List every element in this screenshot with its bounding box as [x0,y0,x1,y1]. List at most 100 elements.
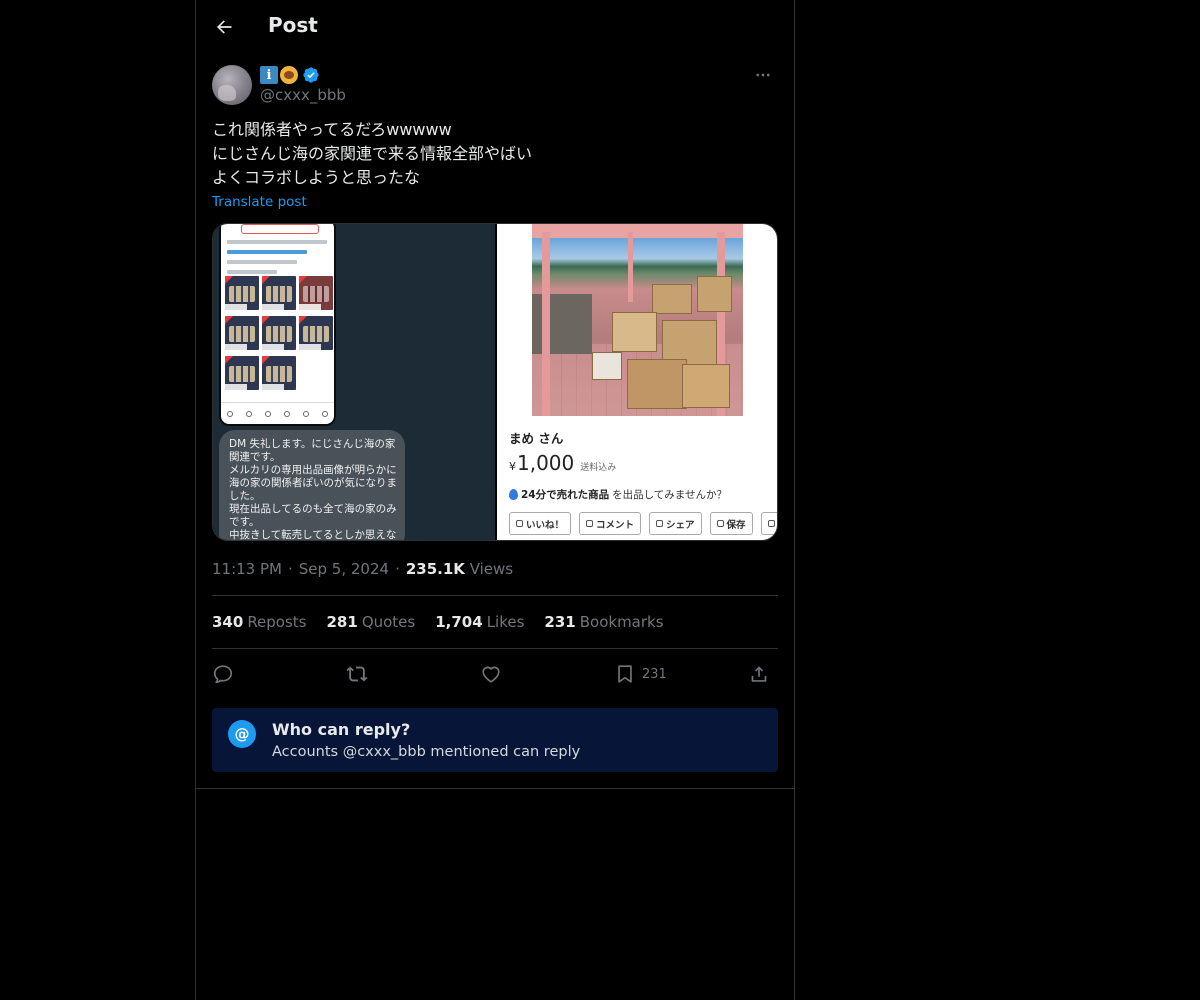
share-button[interactable] [748,660,770,688]
dm-line: した。 [229,490,261,502]
reply-restriction-title: Who can reply? [272,720,411,739]
chip-label: いいね！ [526,519,565,531]
flag-icon [767,520,775,527]
chip-label: シェア [666,519,695,531]
listing-thumb [262,316,296,350]
views-label: Views [469,560,514,578]
stat-label: Reposts [247,613,307,631]
chip-label: 保存 [726,519,746,531]
translate-post-link[interactable]: Translate post [212,194,307,210]
phone-text-row [227,270,277,274]
post-stats: 340 Reposts 281 Quotes 1,704 Likes 231 Bookm… [212,613,664,631]
phone-button-outline [241,224,319,234]
listing-thumb [262,276,296,310]
author-row: i @cxxx_bbb [212,64,778,108]
bookmark-count: 231 [642,666,667,682]
heart-icon [516,520,523,527]
listing-thumb [299,276,333,310]
dm-line: 関連です。 [229,451,281,463]
listing-thumb [299,316,333,350]
more-dots-icon [756,73,770,77]
verified-badge-icon [303,67,319,83]
listing-thumb [225,316,259,350]
back-button[interactable] [208,11,240,43]
stat-quotes[interactable]: 281 Quotes [327,613,416,631]
stat-count: 340 [212,613,244,631]
meta-separator: · [287,560,293,578]
at-sign-icon: @ [228,720,256,748]
stat-count: 281 [326,613,358,631]
repost-button[interactable] [346,660,368,688]
save-icon [716,520,724,527]
listing-thumb [225,356,259,390]
like-button[interactable] [480,660,502,688]
bookmark-icon [618,665,632,683]
item-price: ¥ 1,000 送料込み [509,451,616,475]
phone-text-row [227,250,307,254]
reply-button[interactable] [212,660,234,688]
post-line: これ関係者やってるだろwwwww [212,120,452,139]
arrow-left-icon [217,20,232,34]
post-meta: 11:13 PM · Sep 5, 2024 · 235.1K Views [212,560,513,578]
reply-restriction-notice: @ Who can reply? Accounts @cxxx_bbb ment… [212,708,778,772]
seller-name: まめ さん [509,431,564,446]
divider [212,595,778,596]
share-icon [751,666,767,682]
dm-line: 中抜きして転売してるとしか思えな [229,529,397,541]
stat-likes[interactable]: 1,704 Likes [435,613,524,631]
promo-rest: を出品してみませんか？ [612,489,727,501]
beach-house-photo [532,224,743,416]
info-emoji-icon: i [260,66,278,84]
phone-screenshot [219,224,336,426]
repost-icon [346,666,368,682]
more-options-button[interactable] [748,64,778,86]
listing-thumb [225,276,259,310]
media-image-right[interactable]: まめ さん ¥ 1,000 送料込み 24分で売れた商品 を出品してみませんか？… [497,224,777,540]
post-header: Post [196,0,794,54]
stat-count: 1,704 [435,613,483,631]
dm-line: DM 失礼します。にじさんじ海の家 [229,438,396,450]
chip-share: シェア [649,512,702,535]
views[interactable]: 235.1K Views [406,560,513,578]
display-name[interactable]: i [260,65,320,85]
post-date[interactable]: Sep 5, 2024 [299,560,389,578]
share-icon [656,520,664,527]
post-time[interactable]: 11:13 PM [212,560,282,578]
currency-symbol: ¥ [509,460,516,473]
action-chips: いいね！ コメント シェア 保存 通報 [509,512,777,535]
comment-icon [586,520,594,527]
media-attachment[interactable]: DM 失礼します。にじさんじ海の家 関連です。 メルカリの専用出品画像が明らかに… [212,223,778,541]
chip-comment: コメント [579,512,642,535]
chip-report: 通報 [760,512,777,535]
fire-icon [509,489,518,500]
dm-line: です。 [229,516,260,528]
post-line: よくコラボしようと思ったな [212,168,421,187]
post-text: これ関係者やってるだろwwwww にじさんじ海の家関連で来る情報全部やばい よく… [212,118,778,190]
chip-save: 保存 [709,512,753,535]
reply-restriction-subtitle: Accounts @cxxx_bbb mentioned can reply [272,744,581,760]
stat-count: 231 [544,613,576,631]
face-emoji-icon [280,66,298,84]
bookmark-button[interactable]: 231 [614,660,667,688]
dm-line: 現在出品してるのも全て海の家のみ [229,503,397,515]
reply-icon [213,665,233,684]
phone-text-row [227,240,327,244]
price-amount: 1,000 [517,451,575,475]
post-actions: 231 [212,660,778,688]
avatar[interactable] [212,65,252,105]
author-handle[interactable]: @cxxx_bbb [260,86,346,104]
stat-label: Quotes [361,613,416,631]
stat-label: Likes [486,613,525,631]
divider [212,648,778,649]
promo-bold: 24分で売れた商品 [521,489,610,501]
dm-line: 海の家の関係者ぽいのが気になりま [229,477,397,489]
media-image-left[interactable]: DM 失礼します。にじさんじ海の家 関連です。 メルカリの専用出品画像が明らかに… [213,224,495,540]
meta-separator: · [395,560,400,578]
heart-icon [482,666,500,683]
shipping-note: 送料込み [580,463,617,473]
stat-reposts[interactable]: 340 Reposts [212,613,307,631]
divider [196,788,794,789]
phone-text-row [227,260,297,264]
stat-label: Bookmarks [579,613,664,631]
stat-bookmarks[interactable]: 231 Bookmarks [544,613,663,631]
